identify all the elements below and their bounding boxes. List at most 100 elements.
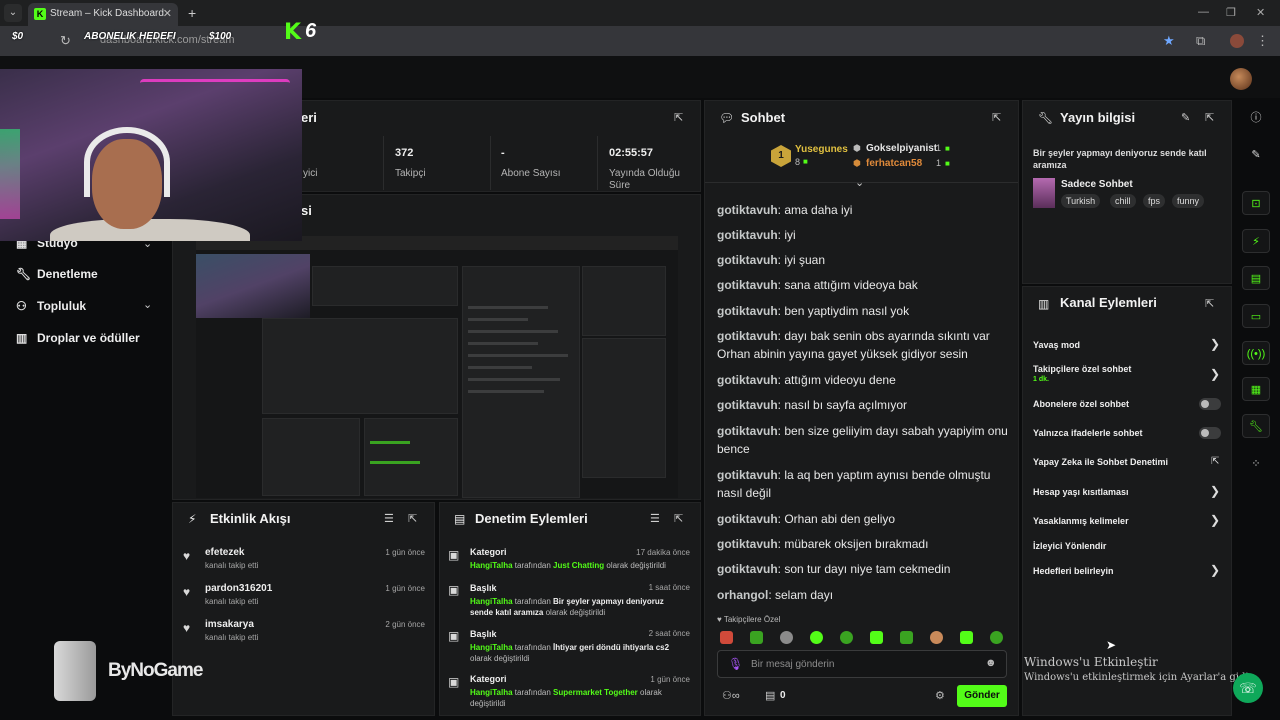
preview-feed — [262, 418, 360, 496]
edit-icon[interactable]: ✎ — [1242, 143, 1270, 167]
chat-icon: 💬︎ — [719, 111, 735, 125]
profile-avatar[interactable] — [1230, 34, 1244, 48]
emotes-only-toggle[interactable] — [1199, 427, 1221, 439]
popout-icon[interactable]: ⇱ — [1205, 297, 1214, 310]
tab-close-icon[interactable]: ✕ — [163, 7, 172, 20]
gift-icon: ■ — [803, 157, 808, 166]
tab-list-button[interactable]: ⌄ — [4, 4, 22, 22]
emote-icon[interactable] — [780, 631, 793, 644]
chevron-down-icon[interactable]: ⌄ — [143, 298, 152, 311]
tag-chip[interactable]: funny — [1172, 194, 1205, 208]
broadcast-icon[interactable]: ((•)) — [1242, 341, 1270, 365]
camera-icon[interactable]: ⊡ — [1242, 191, 1270, 215]
user-avatar[interactable] — [1230, 68, 1252, 90]
chat-settings-icon[interactable]: ⚙ — [935, 689, 945, 702]
emoji-icon[interactable]: ☻ — [985, 657, 997, 669]
emote-icon[interactable] — [990, 631, 1003, 644]
subscribers-only-toggle[interactable] — [1199, 398, 1221, 410]
timer-icon[interactable]: ▤ — [765, 689, 775, 702]
emote-icon[interactable] — [870, 631, 883, 644]
sidebar-item-drops[interactable]: ▥ Droplar ve ödüller — [16, 331, 140, 345]
leaderboard-count: 1 — [936, 143, 942, 153]
browser-tab-bar: ⌄ K Stream – Kick Dashboard ✕ + — ❐ ✕ — [0, 0, 1280, 26]
tag-chip[interactable]: Turkish — [1061, 194, 1101, 208]
popout-icon[interactable]: ⇱ — [408, 512, 417, 525]
apps-icon[interactable]: ⁘ — [1242, 452, 1270, 476]
headset — [84, 127, 170, 197]
tag-chip[interactable]: fps — [1143, 194, 1166, 208]
info-icon[interactable]: ⓘ — [1242, 106, 1270, 130]
browser-menu-icon[interactable]: ⋮ — [1256, 33, 1269, 49]
chevron-right-icon[interactable]: ❯ — [1210, 484, 1220, 498]
action-followers-only[interactable]: Takipçilere özel sohbet — [1033, 364, 1131, 374]
action-raid[interactable]: İzleyici Yönlendir — [1033, 541, 1106, 551]
emote-icon[interactable] — [810, 631, 823, 644]
emote-icon[interactable] — [930, 631, 943, 644]
tag-chip[interactable]: chill — [1110, 194, 1136, 208]
preview-info — [582, 266, 666, 336]
minimize-icon[interactable]: — — [1198, 6, 1209, 18]
action-set-goals[interactable]: Hedefleri belirleyin — [1033, 566, 1114, 576]
popout-icon[interactable]: ⇱ — [674, 111, 683, 124]
silver-badge-icon: ⬢ — [853, 143, 861, 153]
emote-icon[interactable] — [840, 631, 853, 644]
layout-icon[interactable]: ▦ — [1242, 377, 1270, 401]
chevron-right-icon[interactable]: ❯ — [1210, 367, 1220, 381]
sidebar-item-label: Droplar ve ödüller — [37, 331, 140, 345]
stream-preview-video[interactable] — [196, 236, 678, 498]
emote-icon[interactable] — [750, 631, 763, 644]
activity-feed-title: Etkinlik Akışı — [210, 511, 291, 526]
chevron-right-icon[interactable]: ❯ — [1210, 513, 1220, 527]
browser-tab[interactable]: K Stream – Kick Dashboard ✕ — [28, 3, 178, 26]
leaderboard-name[interactable]: Gokselpiyanist — [866, 143, 937, 154]
emote-icon[interactable] — [720, 631, 733, 644]
feed-item-name[interactable]: efetezek — [205, 547, 244, 558]
close-window-icon[interactable]: ✕ — [1256, 6, 1265, 19]
action-banned-words[interactable]: Yasaklanmış kelimeler — [1033, 516, 1129, 526]
leaderboard-name[interactable]: Yusegunes — [795, 144, 848, 155]
chat-rail-icon[interactable]: ▭ — [1242, 304, 1270, 328]
maximize-icon[interactable]: ❐ — [1226, 6, 1236, 19]
chevron-right-icon[interactable]: ❯ — [1210, 563, 1220, 577]
sidebar-item-community[interactable]: ⚇ Topluluk — [16, 299, 86, 313]
microphone-icon[interactable]: 🎙︎ — [728, 657, 743, 671]
feed-item-name[interactable]: pardon316201 — [205, 583, 272, 594]
help-support-icon[interactable]: ☏ — [1233, 673, 1263, 703]
feed-item-name[interactable]: imsakarya — [205, 619, 254, 630]
mod-item-time: 2 saat önce — [648, 629, 690, 638]
reload-icon[interactable]: ↻ — [60, 33, 71, 49]
chevron-right-icon[interactable]: ❯ — [1210, 337, 1220, 351]
wrench-rail-icon[interactable]: 🔧︎ — [1242, 414, 1270, 438]
filter-icon[interactable]: ☰ — [384, 512, 394, 525]
emote-icon[interactable] — [900, 631, 913, 644]
leaderboard-name[interactable]: ferhatcan58 — [866, 158, 922, 169]
lightning-icon[interactable]: ⚡︎ — [1242, 229, 1270, 253]
feed-item-sub: kanalı takip etti — [205, 561, 259, 570]
sidebar-item-moderation[interactable]: 🔧︎ Denetleme — [16, 267, 98, 281]
extensions-icon[interactable]: ⧉ — [1196, 33, 1205, 49]
preview-line — [468, 354, 568, 357]
channel-actions-title: Kanal Eylemleri — [1060, 295, 1157, 310]
action-emotes-only: Yalnızca ifadelerle sohbet — [1033, 428, 1143, 438]
action-slow-mode[interactable]: Yavaş mod — [1033, 340, 1080, 350]
category-name[interactable]: Sadece Sohbet — [1061, 179, 1133, 190]
popout-icon[interactable]: ⇱ — [674, 512, 683, 525]
emote-icon[interactable] — [960, 631, 973, 644]
new-tab-icon[interactable]: + — [188, 5, 196, 21]
popout-icon[interactable]: ⇱ — [992, 111, 1001, 124]
filter-icon[interactable]: ☰ — [650, 512, 660, 525]
stream-preview-title: si — [301, 203, 312, 218]
action-account-age[interactable]: Hesap yaşı kısıtlaması — [1033, 487, 1129, 497]
external-link-icon[interactable]: ⇱ — [1211, 456, 1219, 467]
send-button[interactable]: Gönder — [957, 685, 1007, 707]
chat-input[interactable]: 🎙︎ Bir mesaj gönderin ☻ — [717, 650, 1007, 678]
users-icon[interactable]: ⚇∞ — [722, 689, 740, 702]
edit-pencil-icon[interactable]: ✎ — [1181, 111, 1190, 124]
bookmark-star-icon[interactable]: ★ — [1163, 33, 1175, 49]
stream-title-text: Bir şeyler yapmayı deniyoruz sende katıl… — [1033, 148, 1207, 170]
action-ai-moderation[interactable]: Yapay Zeka ile Sohbet Denetimi — [1033, 457, 1168, 467]
popout-icon[interactable]: ⇱ — [1205, 111, 1214, 124]
notes-icon[interactable]: ▤ — [1242, 266, 1270, 290]
heart-icon: ♥ — [183, 549, 191, 563]
heart-icon: ♥ — [183, 621, 191, 635]
